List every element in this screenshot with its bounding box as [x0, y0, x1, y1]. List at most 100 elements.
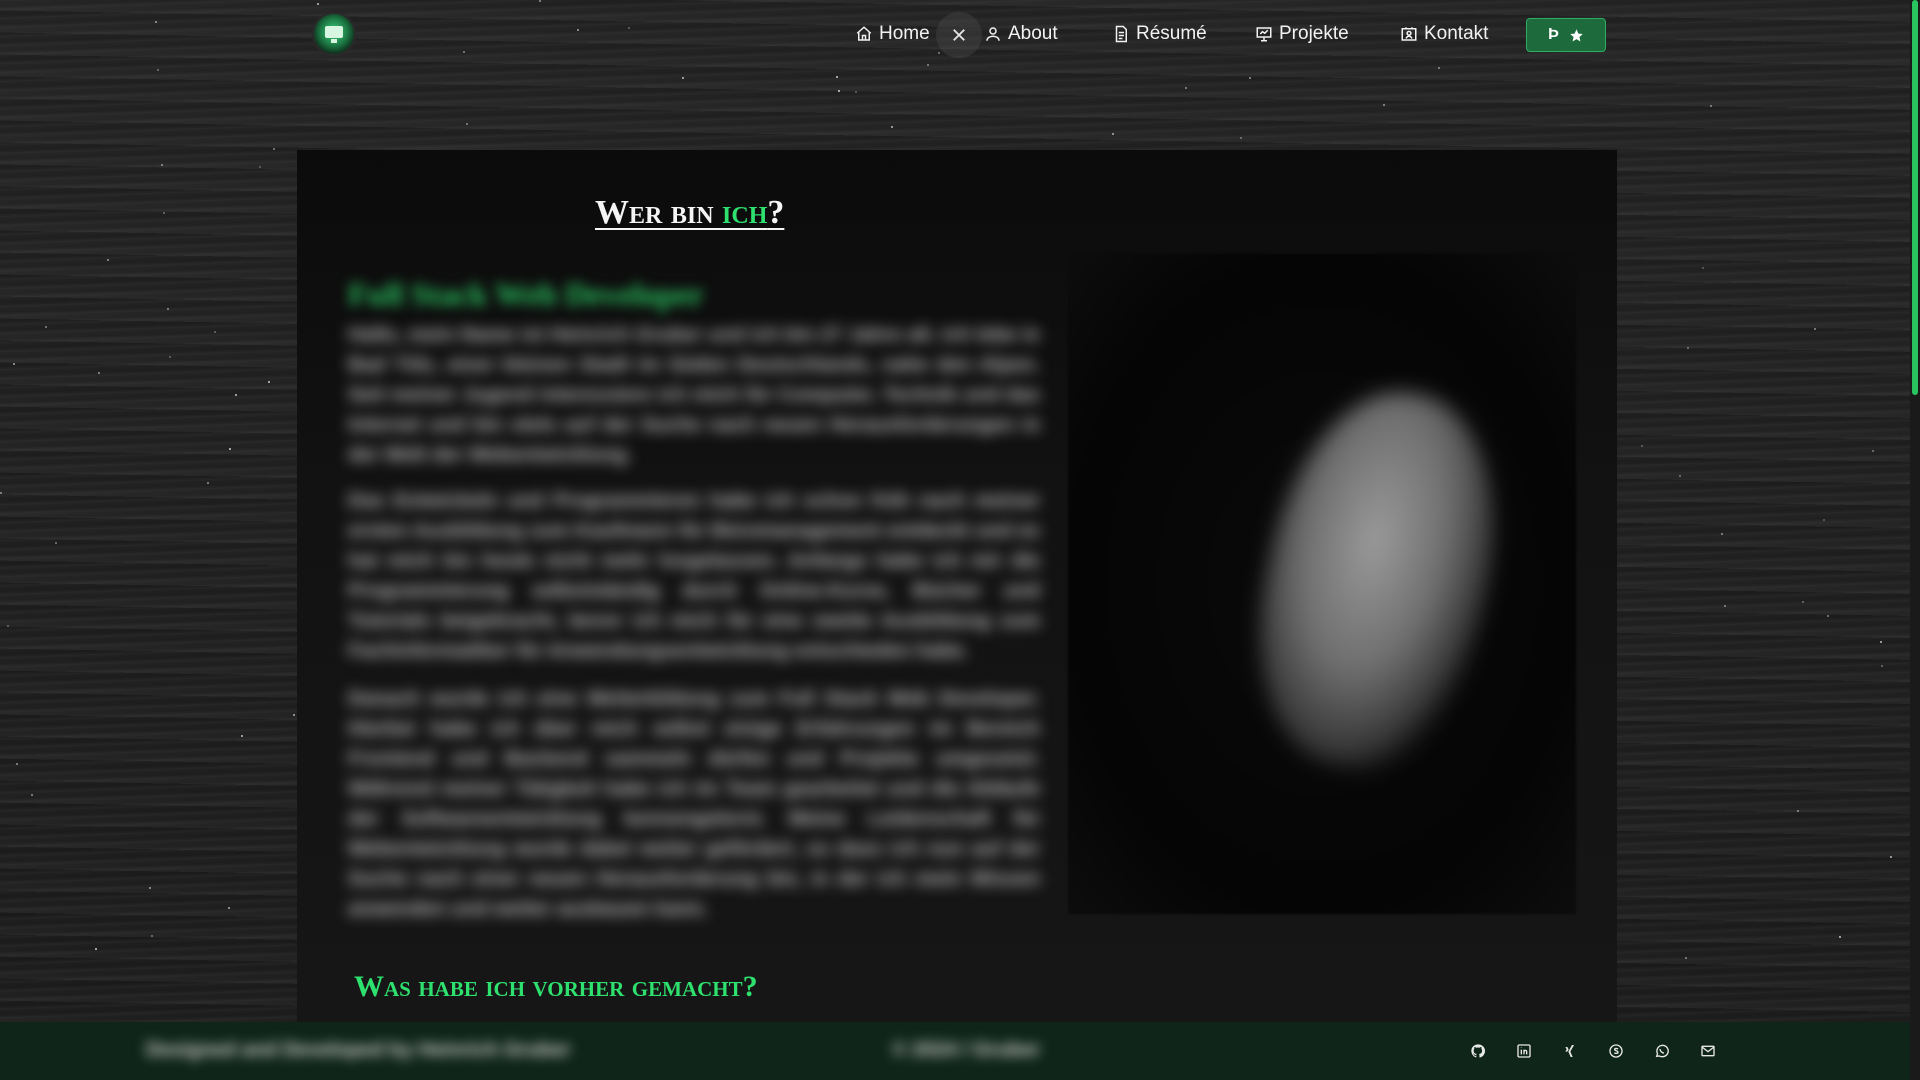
nav-projekte-label: Projekte — [1279, 23, 1349, 44]
home-icon — [856, 26, 872, 41]
nav-resume-label: Résumé — [1136, 23, 1207, 44]
star-dot — [1797, 810, 1799, 812]
star-dot — [838, 90, 840, 92]
star-dot — [1249, 77, 1251, 79]
star-dot — [169, 356, 171, 358]
user-icon — [986, 27, 1000, 41]
social-skype-link[interactable] — [1606, 1041, 1626, 1061]
site-logo[interactable] — [314, 14, 354, 54]
nav-home[interactable]: Home — [855, 20, 930, 48]
star-dot — [259, 166, 261, 168]
star-icon — [1570, 28, 1583, 41]
star-dot — [1679, 475, 1681, 477]
star-dot — [1685, 957, 1687, 959]
whatsapp-icon — [1655, 1044, 1669, 1058]
star-dot — [1872, 450, 1874, 452]
star-dot — [1881, 665, 1883, 667]
close-button[interactable] — [936, 12, 982, 58]
star-dot — [1687, 347, 1689, 349]
github-icon — [1471, 1044, 1486, 1058]
xing-icon — [1565, 1045, 1574, 1057]
star-dot — [1890, 856, 1892, 858]
nav-home-label: Home — [879, 23, 930, 44]
star-dot — [1724, 605, 1726, 607]
star-dot — [855, 91, 857, 93]
social-mail-link[interactable] — [1698, 1041, 1718, 1061]
linkedin-icon — [1517, 1044, 1531, 1058]
nav-resume[interactable]: Résumé — [1112, 20, 1207, 48]
nav-projekte[interactable]: Projekte — [1255, 20, 1349, 48]
star-dot — [214, 331, 216, 333]
star-dot — [98, 372, 100, 374]
star-dot — [1710, 105, 1712, 107]
page-scrollbar-thumb[interactable] — [1912, 0, 1918, 395]
social-github-link[interactable] — [1468, 1041, 1488, 1061]
social-linkedin-link[interactable] — [1514, 1041, 1534, 1061]
star-dot — [207, 482, 209, 484]
star-dot — [149, 887, 151, 889]
star-dot — [229, 448, 231, 450]
star-dot — [273, 148, 275, 150]
star-dot — [1383, 104, 1385, 106]
presentation-icon — [1256, 27, 1272, 42]
star-dot — [45, 326, 47, 328]
star-dot — [161, 164, 163, 166]
social-whatsapp-link[interactable] — [1652, 1041, 1672, 1061]
star-dot — [167, 308, 169, 310]
footer: Designed and Developed by Heinrich Grube… — [0, 1022, 1920, 1080]
nav-kontakt[interactable]: Kontakt — [1400, 20, 1488, 48]
title-accent: ich — [722, 194, 768, 231]
star-dot — [1802, 601, 1804, 603]
star-dot — [1240, 137, 1242, 139]
star-dot — [228, 907, 230, 909]
star-dot — [1721, 533, 1723, 535]
star-dot — [1823, 519, 1825, 521]
star-dot — [1641, 445, 1643, 447]
star-dot — [891, 126, 893, 128]
star-dot — [235, 394, 237, 396]
nav-about-label: About — [1008, 23, 1058, 44]
title-end: ? — [767, 194, 785, 231]
star-dot — [1814, 328, 1816, 330]
language-toggle-button[interactable]: Þ — [1526, 18, 1606, 52]
star-dot — [1185, 87, 1187, 89]
page-title: Wer bin ich? — [595, 194, 784, 232]
footer-credits: Designed and Developed by Heinrich Grube… — [146, 1039, 571, 1061]
close-icon — [953, 29, 965, 41]
intro-paragraph-2: Das Entwickeln und Programmieren habe ic… — [348, 490, 1040, 662]
star-dot — [1839, 936, 1841, 938]
job-title: Full Stack Web Developer — [348, 276, 704, 312]
star-dot — [466, 123, 468, 125]
footer-copyright: © 2024 / Gruber — [892, 1039, 1041, 1061]
star-dot — [107, 259, 109, 261]
mail-icon — [1701, 1045, 1715, 1057]
nav-kontakt-label: Kontakt — [1424, 23, 1489, 44]
skype-icon — [1609, 1044, 1623, 1058]
star-dot — [1880, 641, 1882, 643]
social-xing-link[interactable] — [1560, 1041, 1580, 1061]
top-navigation: Home About Résumé Projekte Kontakt Þ — [0, 0, 1920, 72]
cta-label: Þ — [1548, 26, 1559, 43]
star-dot — [0, 492, 2, 494]
contact-card-icon — [1401, 27, 1417, 41]
star-dot — [1702, 267, 1704, 269]
star-dot — [241, 735, 243, 737]
star-dot — [151, 935, 153, 937]
section-heading-previous-work: Was habe ich vorher gemacht? — [354, 970, 758, 1003]
star-dot — [1827, 615, 1829, 617]
intro-paragraph-3: Danach wurde ich eine Weiterbildung zum … — [348, 688, 1040, 920]
star-dot — [16, 763, 18, 765]
star-dot — [163, 212, 165, 214]
intro-paragraph-1: Hallo, mein Name ist Heinrich Gruber und… — [348, 324, 1040, 466]
star-dot — [682, 77, 684, 79]
nav-about[interactable]: About — [984, 20, 1058, 48]
star-dot — [55, 542, 57, 544]
star-dot — [13, 363, 15, 365]
star-dot — [836, 76, 838, 78]
title-main: Wer bin — [595, 194, 723, 231]
star-dot — [1112, 133, 1114, 135]
document-icon — [1115, 25, 1127, 43]
star-dot — [31, 794, 33, 796]
star-dot — [95, 948, 97, 950]
star-dot — [7, 625, 9, 627]
